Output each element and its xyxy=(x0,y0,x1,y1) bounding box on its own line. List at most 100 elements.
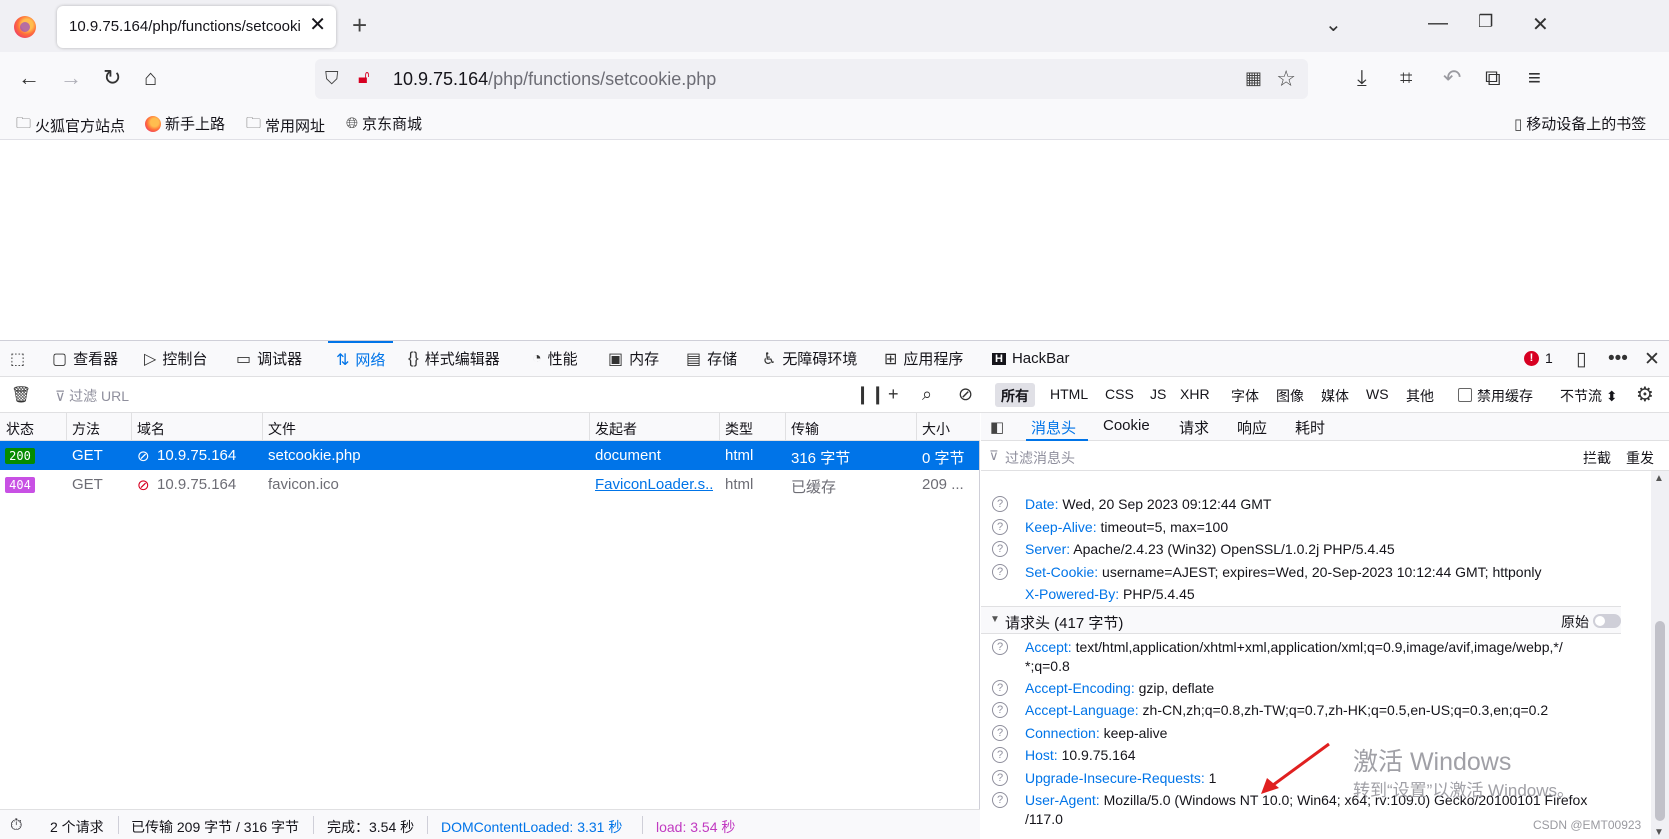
throttle-select[interactable]: 不节流 ⬍ xyxy=(1560,386,1618,406)
col-size[interactable]: 大小 xyxy=(922,419,950,439)
tab-list-chevron-down-icon[interactable]: ⌄ xyxy=(1325,12,1342,37)
disable-cache-checkbox[interactable] xyxy=(1458,388,1472,402)
bookmark-item[interactable]: 🗀 常用网址 xyxy=(246,113,325,138)
type-filter-image[interactable]: 图像 xyxy=(1270,383,1310,407)
type-filter-xhr[interactable]: XHR xyxy=(1174,383,1216,407)
add-icon[interactable]: + xyxy=(888,384,899,405)
stopwatch-icon[interactable]: ⏱︎ xyxy=(10,817,22,835)
col-transfer[interactable]: 传输 xyxy=(791,419,819,439)
insecure-lock-icon[interactable]: 🔓︎ xyxy=(358,67,370,88)
more-options-icon[interactable]: ••• xyxy=(1608,348,1628,370)
details-scrollbar[interactable]: ▲ ▼ xyxy=(1651,471,1669,839)
home-icon[interactable]: ⌂ xyxy=(144,65,157,91)
error-count-badge[interactable]: ! 1 xyxy=(1524,350,1553,366)
minimize-icon[interactable]: — xyxy=(1428,12,1448,35)
toggle-panel-icon[interactable]: ◧ xyxy=(990,418,1004,436)
new-tab-icon[interactable]: + xyxy=(352,10,367,40)
extensions-icon[interactable]: ⧉ xyxy=(1485,65,1501,91)
type-filter-all[interactable]: 所有 xyxy=(995,383,1035,407)
search-icon[interactable]: ⌕ xyxy=(922,384,932,405)
clear-trash-icon[interactable]: 🗑︎ xyxy=(11,385,31,405)
col-file[interactable]: 文件 xyxy=(268,419,296,439)
help-icon[interactable]: ? xyxy=(992,541,1008,557)
firefox-logo-icon[interactable] xyxy=(14,16,36,38)
tab-network[interactable]: ⇅ 网络 xyxy=(328,341,394,376)
resend-button[interactable]: 重发 xyxy=(1626,448,1654,468)
help-icon[interactable]: ? xyxy=(992,792,1008,808)
raw-toggle[interactable] xyxy=(1593,614,1621,628)
tab-cookie[interactable]: Cookie xyxy=(1103,417,1150,434)
tab-inspector[interactable]: ▢ 查看器 xyxy=(52,341,118,376)
scroll-down-icon[interactable]: ▼ xyxy=(1654,827,1664,838)
forward-arrow-icon[interactable]: → xyxy=(60,65,82,91)
tab-performance[interactable]: ◔ 性能 xyxy=(532,341,578,376)
undo-icon[interactable]: ↶ xyxy=(1443,65,1461,91)
dock-side-icon[interactable]: ▯ xyxy=(1576,348,1586,371)
help-icon[interactable]: ? xyxy=(992,702,1008,718)
tab-console[interactable]: ▷ 控制台 xyxy=(144,341,207,376)
col-initiator[interactable]: 发起者 xyxy=(595,419,637,439)
help-icon[interactable]: ? xyxy=(992,747,1008,763)
close-tab-icon[interactable]: ✕ xyxy=(309,15,326,35)
type-filter-font[interactable]: 字体 xyxy=(1225,383,1265,407)
menu-hamburger-icon[interactable]: ≡ xyxy=(1528,65,1541,91)
url-filter-input[interactable]: ⊽ 过滤 URL xyxy=(55,386,129,406)
bookmark-item[interactable]: 新手上路 xyxy=(145,113,225,134)
col-type[interactable]: 类型 xyxy=(725,419,753,439)
tab-memory[interactable]: ▣ 内存 xyxy=(608,341,659,376)
back-arrow-icon[interactable]: ← xyxy=(18,65,40,91)
help-icon[interactable]: ? xyxy=(992,639,1008,655)
bookmark-item[interactable]: 🗀 火狐官方站点 xyxy=(16,113,125,138)
tab-accessibility[interactable]: ♿︎ 无障碍环境 xyxy=(762,341,857,376)
tab-timings[interactable]: 耗时 xyxy=(1295,417,1325,438)
tab-headers[interactable]: 消息头 xyxy=(1031,417,1076,438)
reload-icon[interactable]: ↻ xyxy=(103,65,121,91)
tab-style-editor[interactable]: {} 样式编辑器 xyxy=(408,341,500,376)
screenshot-crop-icon[interactable]: ⌗ xyxy=(1400,65,1412,91)
type-filter-html[interactable]: HTML xyxy=(1044,383,1094,407)
tab-hackbar[interactable]: H HackBar xyxy=(992,341,1069,376)
help-icon[interactable]: ? xyxy=(992,770,1008,786)
help-icon[interactable]: ? xyxy=(992,725,1008,741)
header-filter-input[interactable]: 过滤消息头 xyxy=(1005,448,1075,468)
table-row[interactable]: 200 GET ⊘ 10.9.75.164 setcookie.php docu… xyxy=(0,441,979,470)
help-icon[interactable]: ? xyxy=(992,564,1008,580)
type-filter-media[interactable]: 媒体 xyxy=(1315,383,1355,407)
tab-application[interactable]: ⊞ 应用程序 xyxy=(884,341,963,376)
tab-response[interactable]: 响应 xyxy=(1237,417,1267,438)
pause-icon[interactable]: ❙❙ xyxy=(855,384,885,405)
bookmark-star-icon[interactable]: ☆ xyxy=(1276,66,1296,92)
scroll-thumb[interactable] xyxy=(1655,621,1665,821)
block-button[interactable]: 拦截 xyxy=(1583,448,1611,468)
block-icon[interactable]: ⊘ xyxy=(958,384,973,405)
downloads-icon[interactable]: ⤓ xyxy=(1357,65,1367,91)
help-icon[interactable]: ? xyxy=(992,519,1008,535)
request-headers-section[interactable]: ▼ 请求头 (417 字节) 原始 xyxy=(981,606,1621,634)
browser-tab[interactable]: 10.9.75.164/php/functions/setcookie.php … xyxy=(57,6,336,48)
url-text[interactable]: 10.9.75.164/php/functions/setcookie.php xyxy=(393,69,716,90)
col-method[interactable]: 方法 xyxy=(72,419,100,439)
tracking-shield-icon[interactable]: ⛉ xyxy=(325,68,339,89)
type-filter-other[interactable]: 其他 xyxy=(1400,383,1440,407)
close-window-icon[interactable]: ✕ xyxy=(1532,12,1549,37)
close-devtools-icon[interactable]: ✕ xyxy=(1644,348,1660,371)
type-filter-js[interactable]: JS xyxy=(1144,383,1172,407)
type-filter-css[interactable]: CSS xyxy=(1099,383,1140,407)
settings-gear-icon[interactable]: ⚙ xyxy=(1636,382,1654,407)
restore-icon[interactable]: ❐ xyxy=(1478,12,1493,32)
tab-storage[interactable]: ▤ 存储 xyxy=(686,341,737,376)
help-icon[interactable]: ? xyxy=(992,496,1008,512)
element-picker-icon[interactable]: ⬚ xyxy=(10,341,25,376)
qr-code-icon[interactable]: ▦ xyxy=(1245,68,1262,89)
tab-request[interactable]: 请求 xyxy=(1179,417,1209,438)
tab-debugger[interactable]: ▭ 调试器 xyxy=(236,341,302,376)
scroll-up-icon[interactable]: ▲ xyxy=(1654,473,1664,484)
col-status[interactable]: 状态 xyxy=(6,419,34,439)
bookmark-item[interactable]: 🌐︎ 京东商城 xyxy=(346,113,422,134)
mobile-bookmarks[interactable]: ▯ 移动设备上的书签 xyxy=(1514,113,1646,134)
table-row[interactable]: 404 GET ⊘ 10.9.75.164 favicon.ico Favico… xyxy=(0,470,979,499)
type-filter-ws[interactable]: WS xyxy=(1360,383,1395,407)
cell-initiator-link[interactable]: FaviconLoader.s... xyxy=(595,476,713,493)
url-bar[interactable]: ⛉ 🔓︎ 10.9.75.164/php/functions/setcookie… xyxy=(315,59,1308,99)
help-icon[interactable]: ? xyxy=(992,680,1008,696)
